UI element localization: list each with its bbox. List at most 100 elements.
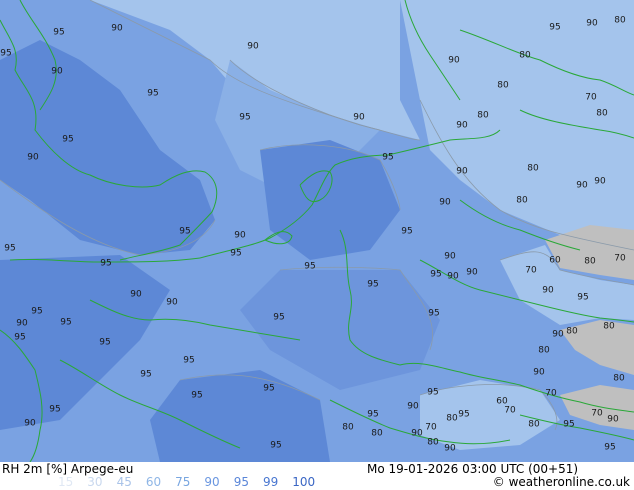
contour-label: 95: [577, 293, 588, 303]
contour-label: 90: [439, 198, 451, 208]
contour-label: 95: [53, 28, 64, 38]
legend-value-45: 45: [116, 475, 132, 489]
contour-label: 90: [407, 402, 419, 412]
contour-label: 95: [563, 420, 574, 430]
contour-label: 95: [604, 443, 615, 453]
contour-label: 95: [179, 227, 190, 237]
contour-label: 70: [425, 423, 437, 433]
contour-label: 70: [585, 93, 597, 103]
contour-label: 95: [458, 410, 469, 420]
contour-label: 95: [427, 388, 438, 398]
contour-label: 80: [603, 322, 615, 332]
contour-label: 80: [446, 414, 458, 424]
legend-value-95: 95: [233, 475, 249, 489]
contour-label: 90: [594, 177, 606, 187]
contour-label: 95: [100, 259, 111, 269]
contour-label: 95: [239, 113, 250, 123]
contour-label: 80: [614, 16, 626, 26]
contour-label: 90: [24, 419, 36, 429]
contour-label: 80: [497, 81, 509, 91]
contour-label: 90: [607, 415, 619, 425]
contour-label: 90: [234, 231, 246, 241]
contour-label: 95: [183, 356, 194, 366]
map-view[interactable]: 95 90 95 90 90 95 95 90 95 90 95 95 90 80 90 80 80 70 80 90…: [0, 0, 634, 463]
contour-label: 80: [427, 438, 439, 448]
contour-label: 90: [447, 272, 459, 282]
legend-value-60: 60: [145, 475, 162, 489]
contour-label: 90: [51, 67, 63, 77]
contour-label: 80: [538, 346, 550, 356]
contour-label: 95: [401, 227, 412, 237]
copyright-link[interactable]: © weatheronline.co.uk: [493, 475, 630, 489]
contour-label: 95: [304, 262, 315, 272]
legend-value-75: 75: [175, 475, 191, 489]
legend-value-100: 100: [292, 475, 316, 489]
contour-label: 95: [382, 153, 393, 163]
contour-label: 95: [428, 309, 439, 319]
contour-label: 90: [533, 368, 545, 378]
legend-value-99: 99: [262, 475, 279, 489]
contour-label: 90: [16, 319, 28, 329]
rh-map-svg: 95 909590909595 909590 9595 90 8090 8080708090…: [0, 0, 634, 463]
contour-label: 95: [263, 384, 274, 394]
contour-label: 90: [586, 19, 598, 29]
contour-label: 95: [191, 391, 202, 401]
contour-label: 90: [576, 181, 588, 191]
contour-label: 80: [342, 423, 354, 433]
contour-label: 90: [444, 444, 456, 454]
contour-label: 80: [566, 327, 578, 337]
contour-label: 70: [545, 389, 557, 399]
contour-label: 90: [111, 24, 123, 34]
map-footer: RH 2m [%] Arpege-eu Mo 19-01-2026 03:00 …: [0, 462, 634, 490]
map-title: RH 2m [%] Arpege-eu: [2, 462, 134, 476]
contour-label: 90: [448, 56, 460, 66]
contour-label: 95: [60, 318, 71, 328]
contour-label: 70: [525, 266, 537, 276]
contour-label: 95: [273, 313, 284, 323]
contour-label: 95: [14, 333, 25, 343]
contour-label: 90: [166, 298, 178, 308]
legend: 15 30 45 60 75 90 95 99 100: [58, 475, 329, 489]
contour-label: 80: [584, 257, 596, 267]
contour-label: 90: [411, 429, 423, 439]
contour-label: 95: [230, 249, 241, 259]
run-info: Mo 19-01-2026 03:00 UTC (00+51): [367, 462, 579, 476]
contour-label: 80: [527, 164, 539, 174]
contour-label: 90: [552, 330, 564, 340]
contour-label: 60: [549, 256, 561, 266]
contour-label: 80: [371, 429, 383, 439]
contour-label: 90: [353, 113, 365, 123]
contour-label: 80: [596, 109, 608, 119]
contour-label: 95: [367, 280, 378, 290]
contour-label: 70: [614, 254, 626, 264]
contour-label: 95: [4, 244, 15, 254]
contour-label: 90: [542, 286, 554, 296]
contour-label: 80: [528, 420, 540, 430]
contour-label: 90: [247, 42, 259, 52]
contour-label: 90: [444, 252, 456, 262]
contour-label: 90: [456, 167, 468, 177]
contour-label: 95: [147, 89, 158, 99]
legend-value-30: 30: [87, 475, 103, 489]
contour-label: 80: [519, 51, 531, 61]
contour-label: 95: [31, 307, 42, 317]
contour-label: 95: [430, 270, 441, 280]
contour-label: 95: [49, 405, 60, 415]
contour-label: 90: [456, 121, 468, 131]
contour-label: 95: [62, 135, 73, 145]
contour-label: 90: [466, 268, 478, 278]
contour-label: 95: [99, 338, 110, 348]
legend-value-90: 90: [204, 475, 220, 489]
contour-label: 80: [516, 196, 528, 206]
legend-value-15: 15: [58, 475, 74, 489]
contour-label: 95: [367, 410, 378, 420]
contour-label: 70: [504, 406, 516, 416]
contour-label: 80: [477, 111, 489, 121]
contour-label: 95: [0, 49, 11, 59]
contour-label: 95: [270, 441, 281, 451]
contour-label: 95: [140, 370, 151, 380]
contour-label: 95: [549, 23, 560, 33]
contour-label: 80: [613, 374, 625, 384]
contour-label: 90: [27, 153, 39, 163]
contour-label: 70: [591, 409, 603, 419]
